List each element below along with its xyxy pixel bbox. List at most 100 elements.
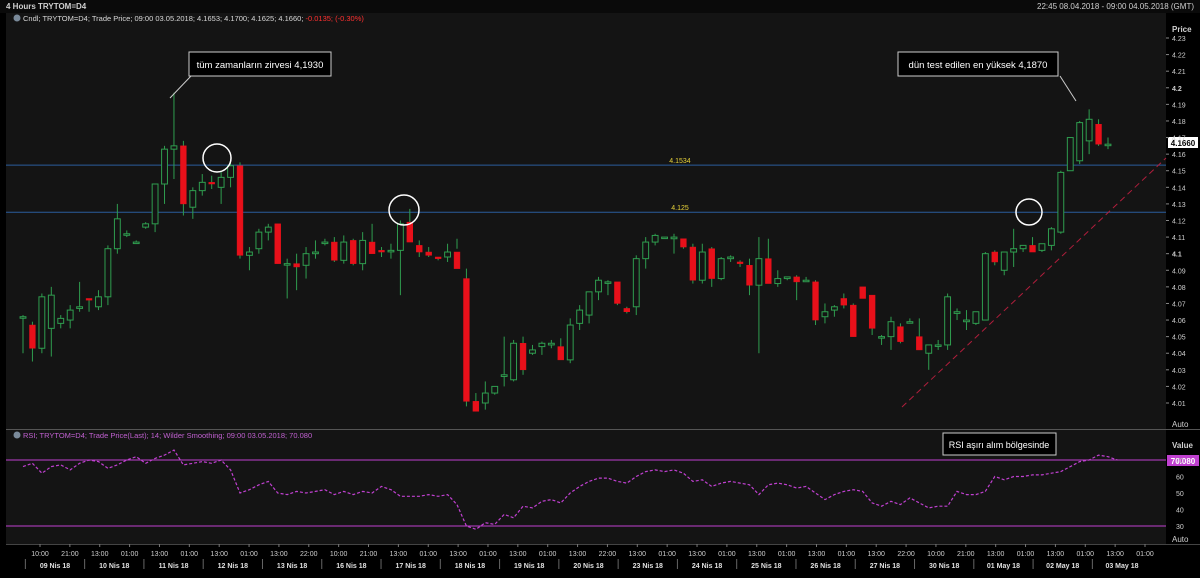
candle-body-up — [151, 183, 159, 225]
hour-tick-label: 13:00 — [569, 551, 587, 558]
candle-body-up — [1076, 122, 1084, 162]
candle-body-up — [963, 319, 970, 323]
legend-icon[interactable] — [13, 431, 21, 439]
candle-body-up — [500, 374, 508, 377]
candle-body-down — [378, 250, 385, 253]
candle-body-up — [113, 218, 121, 250]
candle-body-up — [19, 316, 27, 319]
candle-body-up — [547, 342, 555, 346]
date-tick-label: 30 Nis 18 — [929, 563, 959, 570]
candle-body-down — [793, 276, 800, 283]
candle-body-up — [170, 145, 178, 150]
hour-tick-label: 13:00 — [1047, 551, 1065, 558]
candle-body-up — [878, 336, 885, 339]
candle-body-up — [189, 190, 197, 208]
hour-tick-label: 21:00 — [957, 551, 975, 558]
price-tick-label: 4.21 — [1172, 69, 1186, 76]
candle-body-down — [1029, 245, 1036, 253]
date-tick-label: 18 Nis 18 — [455, 563, 485, 570]
price-tick-label: 4.12 — [1172, 219, 1186, 226]
date-tick-label: 23 Nis 18 — [633, 563, 663, 570]
candle-body-up — [340, 241, 348, 261]
candle-body-down — [416, 245, 423, 253]
candle-body-up — [359, 239, 367, 265]
price-tick-label: 4.18 — [1172, 119, 1186, 126]
time-axis — [6, 544, 1200, 578]
price-and-rsi-chart[interactable]: 4.1534 4.125 tüm zamanların zirvesi 4,193… — [0, 13, 1200, 578]
candle-body-up — [934, 344, 942, 347]
candle-body-up — [642, 241, 650, 260]
hour-tick-label: 01:00 — [838, 551, 856, 558]
hour-tick-label: 10:00 — [31, 551, 49, 558]
date-tick-label: 12 Nis 18 — [218, 563, 248, 570]
hour-tick-label: 01:00 — [778, 551, 796, 558]
price-tick-label: 4.08 — [1172, 285, 1186, 292]
date-range: 22:45 08.04.2018 - 09:00 04.05.2018 (GMT… — [1037, 2, 1194, 11]
candle-body-up — [585, 291, 593, 316]
price-tick-label: 4.23 — [1172, 36, 1186, 43]
candle-body-down — [331, 241, 338, 261]
candle-body-up — [161, 148, 168, 185]
candle-body-up — [66, 309, 74, 321]
price-tick-label: 4.17 — [1172, 136, 1186, 143]
candle-body-up — [217, 176, 225, 188]
hour-tick-label: 13:00 — [867, 551, 885, 558]
candle-body-up — [142, 223, 150, 228]
hour-tick-label: 13:00 — [1106, 551, 1124, 558]
candle-body-up — [104, 248, 112, 298]
candle-body-down — [736, 261, 744, 264]
candle-body-down — [519, 343, 527, 371]
hour-tick-label: 01:00 — [479, 551, 497, 558]
price-tick-label: 4.09 — [1172, 268, 1186, 275]
candle-body-down — [85, 298, 93, 301]
hour-tick-label: 01:00 — [718, 551, 736, 558]
candle-body-up — [76, 306, 84, 309]
price-legend-text: Cndl; TRYTOM=D4; Trade Price; 09:00 03.0… — [23, 14, 303, 23]
date-tick-label: 13 Nis 18 — [277, 563, 307, 570]
rsi-auto-scale[interactable]: Auto — [1172, 535, 1189, 544]
candle-body-up — [1066, 137, 1074, 172]
candle-body-up — [1038, 243, 1046, 251]
candle-body-up — [302, 253, 310, 266]
candle-body-up — [444, 251, 451, 258]
price-tick-label: 4.11 — [1172, 235, 1185, 242]
candle-body-down — [897, 326, 904, 342]
candle-body-up — [321, 241, 329, 245]
candle-body-up — [1019, 244, 1027, 250]
level-label: 4.1534 — [669, 158, 691, 165]
hour-tick-label: 10:00 — [927, 551, 945, 558]
hour-tick-label: 22:00 — [599, 551, 617, 558]
price-tick-label: 4.06 — [1172, 318, 1186, 325]
price-tick-label: 4.05 — [1172, 335, 1186, 342]
date-tick-label: 01 May 18 — [987, 563, 1020, 570]
candle-body-up — [774, 278, 782, 285]
date-tick-label: 02 May 18 — [1046, 563, 1079, 570]
candle-body-down — [991, 251, 998, 263]
price-tick-label: 4.22 — [1172, 53, 1186, 60]
price-legend-change: -0.0135; (-0.30%) — [306, 14, 365, 23]
candle-body-down — [859, 286, 866, 299]
candle-body-down — [1095, 124, 1102, 145]
hour-tick-label: 13:00 — [748, 551, 766, 558]
candle-body-down — [29, 324, 36, 349]
candle-body-down — [368, 241, 376, 254]
candle-body-up — [944, 296, 952, 346]
candle-body-down — [453, 251, 461, 269]
hour-tick-label: 13:00 — [390, 551, 408, 558]
legend-icon[interactable] — [13, 14, 21, 22]
hour-tick-label: 01:00 — [419, 551, 437, 558]
price-tick-label: 4.02 — [1172, 384, 1186, 391]
price-tick-label: 4.07 — [1172, 301, 1186, 308]
candle-body-down — [746, 265, 753, 286]
candle-body-up — [95, 296, 102, 308]
price-tick-label: 4.16 — [1172, 152, 1186, 159]
date-tick-label: 20 Nis 18 — [573, 563, 603, 570]
hour-tick-label: 01:00 — [121, 551, 139, 558]
candle-body-up — [538, 342, 546, 348]
hour-tick-label: 01:00 — [539, 551, 557, 558]
hour-tick-label: 13:00 — [210, 551, 228, 558]
title-bar: 4 Hours TRYTOM=D4 22:45 08.04.2018 - 09:… — [0, 0, 1200, 13]
price-auto-scale[interactable]: Auto — [1172, 420, 1189, 429]
candle-body-up — [312, 251, 319, 255]
candle-body-up — [510, 342, 518, 381]
